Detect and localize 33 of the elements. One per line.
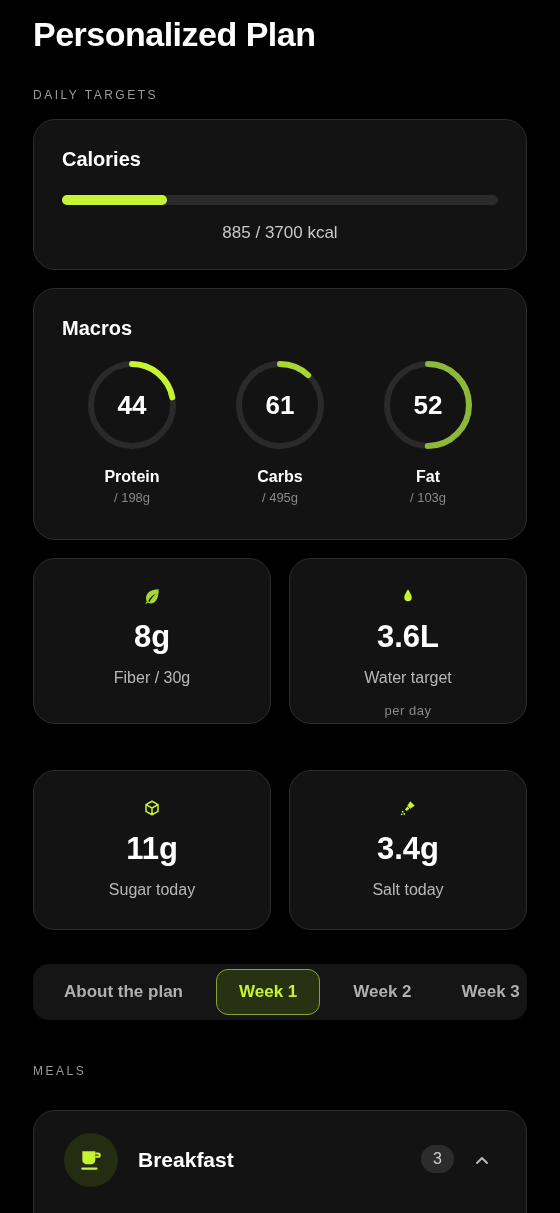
card-title: Calories xyxy=(62,148,141,171)
stat-value: 3.6L xyxy=(377,619,439,655)
macro-name: Protein xyxy=(104,468,160,486)
calories-reading: 885 / 3700 kcal xyxy=(222,223,338,243)
card-title: Macros xyxy=(62,317,133,340)
macro-target: / 103g xyxy=(409,490,447,505)
tab[interactable]: Week 2 xyxy=(336,969,429,1015)
tab[interactable]: Week 1 xyxy=(216,969,321,1015)
stat-label: Sugar today xyxy=(108,881,196,899)
stat-value: 8g xyxy=(133,619,171,655)
page-title: Personalized Plan xyxy=(33,14,316,54)
meal-title: Breakfast xyxy=(138,1148,235,1172)
section-label: DAILY TARGETS xyxy=(33,88,158,102)
salt-shaker-icon xyxy=(399,799,417,817)
macro-value: 61 xyxy=(265,389,295,421)
leaf-icon xyxy=(143,587,161,605)
stat-label: Water target xyxy=(364,669,452,687)
macro-target: / 495g xyxy=(261,490,299,505)
macro-value: 52 xyxy=(413,389,443,421)
count-badge: 3 xyxy=(421,1145,454,1173)
macro-name: Carbs xyxy=(257,468,303,486)
tab[interactable]: About the plan xyxy=(47,969,200,1015)
macro-value: 44 xyxy=(117,389,147,421)
stat-label: Fiber / 30g xyxy=(113,669,191,687)
section-label: MEALS xyxy=(33,1064,87,1078)
stat-note: per day xyxy=(384,703,432,718)
macro-name: Fat xyxy=(416,468,440,486)
stat-label: Salt today xyxy=(372,881,444,899)
tab[interactable]: Week 3 xyxy=(444,969,521,1015)
cube-icon xyxy=(143,799,161,817)
stat-value: 3.4g xyxy=(377,831,439,867)
stat-value: 11g xyxy=(126,831,178,867)
macro-target: / 198g xyxy=(113,490,151,505)
